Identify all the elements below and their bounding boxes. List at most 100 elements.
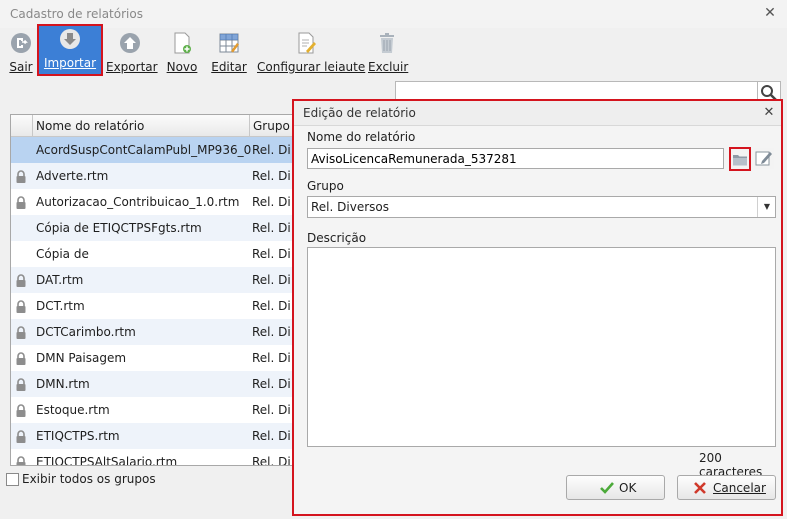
exit-icon [11, 33, 31, 53]
lock-icon [15, 196, 27, 209]
editar-button[interactable]: Editar [211, 30, 247, 74]
report-list[interactable]: Nome do relatório Grupo AcordSuspContCal… [10, 114, 302, 466]
table-row[interactable]: ETIQCTPSAltSalario.rtm Rel. Di [11, 449, 301, 466]
row-group: Rel. Di [252, 403, 291, 417]
trash-icon [380, 33, 394, 53]
novo-label: Novo [166, 60, 198, 74]
pencil-edit-icon [755, 151, 772, 166]
toolbar: Sair Importar Exportar Novo Editar Confi… [0, 24, 787, 80]
exportar-button[interactable]: Exportar [106, 30, 158, 74]
export-arrow-icon [120, 33, 140, 53]
editar-label: Editar [211, 60, 247, 74]
dialog-title: Edição de relatório [303, 106, 416, 120]
import-arrow-icon [60, 29, 80, 49]
main-titlebar: Cadastro de relatórios ✕ [0, 0, 787, 29]
table-row[interactable]: ETIQCTPS.rtm Rel. Di [11, 423, 301, 449]
description-textarea[interactable] [307, 247, 776, 447]
row-name: Cópia de [36, 247, 89, 261]
row-name: ETIQCTPSAltSalario.rtm [36, 455, 178, 466]
row-name: Cópia de ETIQCTPSFgts.rtm [36, 221, 202, 235]
row-group: Rel. Di [252, 195, 291, 209]
lock-icon [15, 352, 27, 365]
edit-table-icon [219, 33, 239, 53]
chevron-down-icon[interactable]: ▼ [757, 197, 776, 217]
table-row[interactable]: DCT.rtm Rel. Di [11, 293, 301, 319]
row-group: Rel. Di [252, 247, 291, 261]
cancel-label: Cancelar [713, 481, 766, 495]
name-label: Nome do relatório [307, 130, 416, 144]
exibir-todos-checkbox[interactable] [6, 473, 19, 486]
lock-icon [15, 378, 27, 391]
sair-label: Sair [9, 60, 33, 74]
lock-icon [15, 404, 27, 417]
row-name: Adverte.rtm [36, 169, 109, 183]
configure-layout-icon [298, 32, 316, 54]
row-group: Rel. Di [252, 351, 291, 365]
table-row[interactable]: DMN Paisagem Rel. Di [11, 345, 301, 371]
row-group: Rel. Di [252, 299, 291, 313]
importar-label: Importar [43, 56, 97, 70]
row-name: ETIQCTPS.rtm [36, 429, 120, 443]
group-label: Grupo [307, 179, 344, 193]
table-row[interactable]: Cópia de ETIQCTPSFgts.rtm Rel. Di [11, 215, 301, 241]
description-label: Descrição [307, 231, 367, 245]
report-name-field[interactable] [307, 148, 724, 169]
configurar-leiaute-button[interactable]: Configurar leiaute [257, 30, 366, 74]
excluir-label: Excluir [368, 60, 409, 74]
row-group: Rel. Di [252, 273, 291, 287]
group-select[interactable]: Rel. Diversos ▼ [307, 196, 776, 218]
row-name: DMN Paisagem [36, 351, 127, 365]
new-document-icon [174, 32, 191, 54]
row-group: Rel. Di [252, 377, 291, 391]
table-row[interactable]: DCTCarimbo.rtm Rel. Di [11, 319, 301, 345]
exportar-label: Exportar [106, 60, 158, 74]
close-icon[interactable]: ✕ [762, 5, 778, 21]
table-row[interactable]: Adverte.rtm Rel. Di [11, 163, 301, 189]
group-select-value: Rel. Diversos [311, 200, 389, 214]
lock-icon [15, 326, 27, 339]
lock-icon [15, 300, 27, 313]
column-header-group[interactable]: Grupo [253, 119, 290, 133]
novo-button[interactable]: Novo [165, 30, 199, 74]
cancel-x-icon [694, 482, 706, 494]
table-row[interactable]: Autorizacao_Contribuicao_1.0.rtm Rel. Di [11, 189, 301, 215]
table-row[interactable]: AcordSuspContCalamPubl_MP936_0 Rel. Di [11, 137, 301, 163]
edit-name-button[interactable] [754, 148, 774, 169]
dialog-close-icon[interactable]: ✕ [762, 106, 776, 120]
importar-button[interactable]: Importar [37, 24, 103, 76]
row-name: DAT.rtm [36, 273, 84, 287]
row-group: Rel. Di [252, 143, 291, 157]
row-group: Rel. Di [252, 221, 291, 235]
cancel-button[interactable]: Cancelar [677, 475, 776, 500]
configurar-label: Configurar leiaute [257, 60, 366, 74]
browse-file-button[interactable] [729, 147, 751, 171]
folder-icon [733, 155, 747, 166]
row-name: DCTCarimbo.rtm [36, 325, 136, 339]
ok-button[interactable]: OK [566, 475, 665, 500]
table-row[interactable]: Estoque.rtm Rel. Di [11, 397, 301, 423]
table-row[interactable]: DAT.rtm Rel. Di [11, 267, 301, 293]
lock-icon [15, 456, 27, 465]
window-title: Cadastro de relatórios [10, 7, 143, 21]
sair-button[interactable]: Sair [6, 30, 36, 74]
ok-label: OK [619, 481, 637, 495]
row-group: Rel. Di [252, 429, 291, 443]
row-name: DCT.rtm [36, 299, 85, 313]
exibir-todos-label[interactable]: Exibir todos os grupos [22, 472, 156, 486]
table-row[interactable]: Cópia de Rel. Di [11, 241, 301, 267]
row-name: DMN.rtm [36, 377, 90, 391]
lock-icon [15, 430, 27, 443]
column-header-name[interactable]: Nome do relatório [36, 119, 144, 133]
lock-icon [15, 170, 27, 183]
row-name: AcordSuspContCalamPubl_MP936_0 [36, 143, 252, 157]
lock-icon [15, 274, 27, 287]
excluir-button[interactable]: Excluir [368, 30, 409, 74]
dialog-titlebar: Edição de relatório ✕ [294, 101, 781, 126]
table-row[interactable]: DMN.rtm Rel. Di [11, 371, 301, 397]
row-group: Rel. Di [252, 169, 291, 183]
row-group: Rel. Di [252, 455, 291, 466]
checkmark-icon [600, 482, 614, 494]
list-header: Nome do relatório Grupo [11, 115, 301, 137]
edit-report-dialog: Edição de relatório ✕ Nome do relatório … [292, 99, 783, 516]
row-name: Estoque.rtm [36, 403, 110, 417]
